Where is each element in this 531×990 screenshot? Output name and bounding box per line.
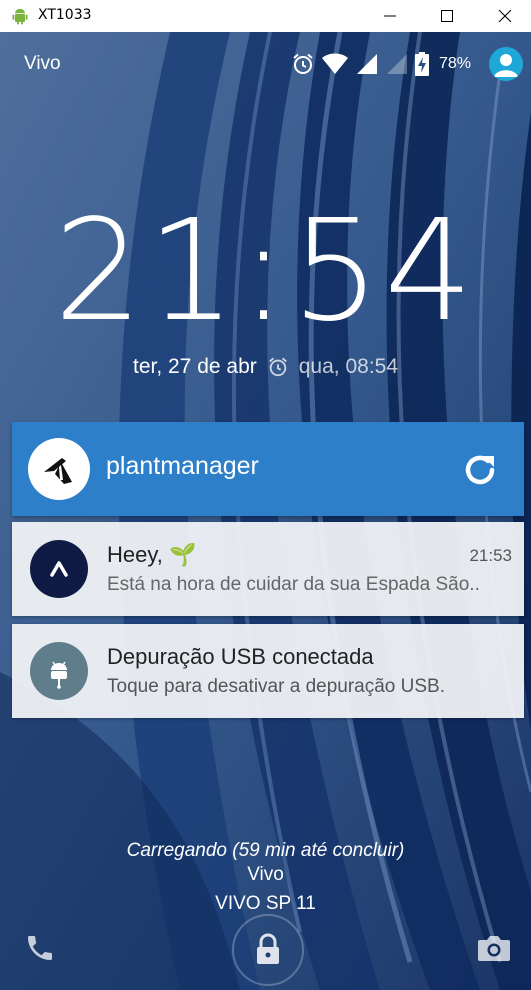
expo-chevron-icon bbox=[50, 561, 68, 577]
minimize-button[interactable] bbox=[364, 0, 416, 32]
window-title: XT1033 bbox=[38, 7, 92, 23]
plantmanager-notification[interactable]: plantmanager bbox=[12, 422, 524, 516]
notification-title: Heey, 🌱 bbox=[107, 542, 197, 567]
notification-text: Toque para desativar a depuração USB. bbox=[107, 676, 445, 697]
expo-icon bbox=[30, 540, 88, 598]
signal-icon bbox=[356, 54, 377, 74]
wifi-icon bbox=[321, 53, 348, 74]
signal-empty-icon bbox=[386, 54, 407, 74]
carrier-label: Vivo bbox=[247, 864, 284, 885]
android-icon bbox=[12, 8, 28, 25]
plantmanager-logo bbox=[28, 438, 90, 500]
notification-usb-debugging[interactable]: Depuração USB conectada Toque para desat… bbox=[12, 624, 524, 718]
android-debug-icon bbox=[30, 642, 88, 700]
notification-plant-reminder[interactable]: Heey, 🌱 21:53 Está na hora de cuidar da … bbox=[12, 522, 524, 616]
window-titlebar: XT1033 bbox=[0, 0, 531, 32]
date-row: ter, 27 de abr qua, 08:54 bbox=[0, 355, 531, 379]
alarm-icon bbox=[268, 357, 287, 377]
close-icon bbox=[498, 9, 512, 23]
maximize-button[interactable] bbox=[421, 0, 473, 32]
next-alarm-text: qua, 08:54 bbox=[298, 355, 399, 378]
date-text: ter, 27 de abr bbox=[132, 355, 257, 378]
user-avatar[interactable] bbox=[489, 47, 523, 81]
charging-status: Carregando (59 min até concluir) bbox=[126, 840, 405, 861]
app-name: plantmanager bbox=[106, 452, 259, 480]
clock-hours: 21 bbox=[53, 190, 240, 353]
alarm-icon bbox=[293, 53, 313, 74]
minimize-icon bbox=[384, 15, 396, 17]
status-bar: Vivo 78% bbox=[0, 32, 531, 96]
notification-text: Está na hora de cuidar da sua Espada São… bbox=[107, 574, 480, 595]
plant-logo-icon bbox=[44, 458, 72, 484]
lock-icon bbox=[257, 933, 279, 964]
battery-percent: 78% bbox=[438, 55, 471, 72]
user-icon bbox=[494, 54, 518, 77]
network-label: VIVO SP 11 bbox=[215, 893, 316, 914]
lock-screen: Vivo 78% 21:54 ter, 27 de abr qua, 08:54… bbox=[0, 32, 531, 990]
clock-minutes: 54 bbox=[291, 190, 478, 353]
clock-separator: : bbox=[239, 190, 292, 353]
unlock-button[interactable] bbox=[232, 914, 304, 986]
bug-icon bbox=[51, 661, 67, 689]
refresh-icon[interactable] bbox=[460, 450, 500, 490]
phone-icon[interactable] bbox=[24, 932, 56, 964]
notification-title: Depuração USB conectada bbox=[107, 644, 374, 669]
battery-charging-icon bbox=[414, 52, 429, 76]
clock: 21:54 bbox=[0, 202, 531, 342]
close-button[interactable] bbox=[479, 0, 531, 32]
camera-icon[interactable] bbox=[476, 932, 512, 964]
notification-time: 21:53 bbox=[469, 546, 512, 565]
maximize-icon bbox=[441, 10, 453, 22]
carrier-name: Vivo bbox=[24, 53, 61, 74]
